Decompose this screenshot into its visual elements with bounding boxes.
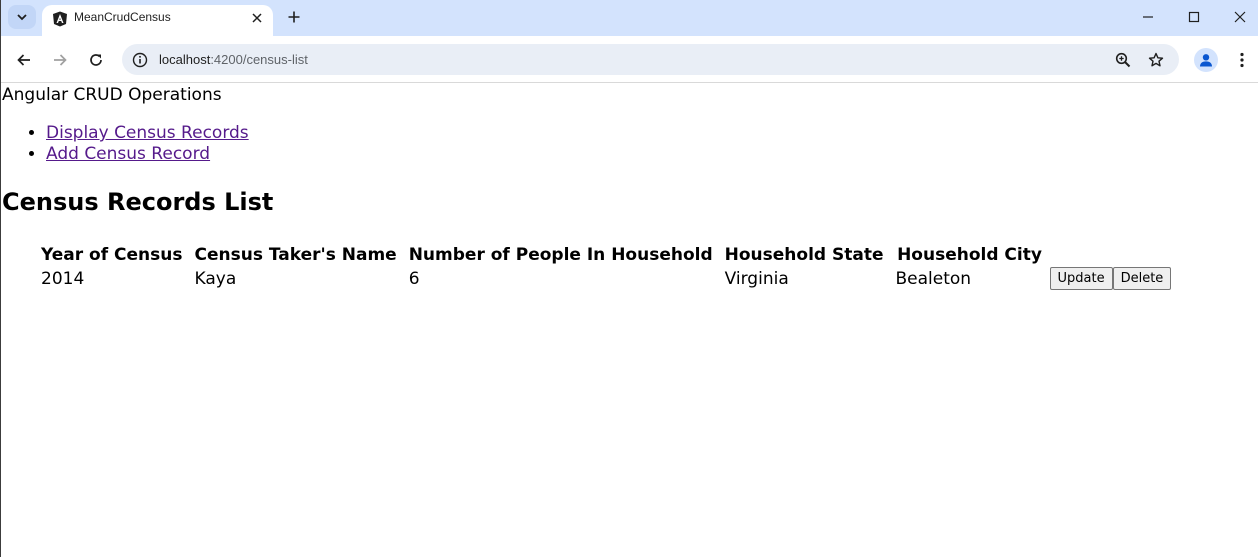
back-button[interactable] [14, 50, 34, 70]
url-host: localhost [159, 52, 211, 67]
update-button[interactable]: Update [1049, 267, 1113, 290]
column-header-state: Household State [724, 244, 884, 265]
cell-year: 2014 [41, 268, 85, 289]
delete-button[interactable]: Delete [1112, 267, 1172, 290]
browser-toolbar: localhost:4200/census-list [1, 36, 1258, 83]
table-header-row: Year of Census Census Taker's Name Numbe… [35, 244, 1202, 265]
chevron-down-icon [17, 14, 27, 21]
census-table: Year of Census Census Taker's Name Numbe… [35, 244, 1202, 292]
minimize-button[interactable] [1139, 8, 1157, 26]
browser-window: MeanCrudCensus localhost:4200/census-lis… [0, 0, 1258, 557]
cell-state: Virginia [724, 268, 789, 289]
reload-button[interactable] [86, 50, 106, 70]
bookmark-button[interactable] [1147, 51, 1165, 69]
tab-close-button[interactable] [249, 10, 265, 26]
tab-strip: MeanCrudCensus [1, 0, 1258, 36]
column-header-year: Year of Census [41, 244, 183, 265]
cell-taker: Kaya [194, 268, 237, 289]
app-header: Angular CRUD Operations [2, 85, 222, 105]
table-row: 2014 Kaya 6 Virginia Bealeton Update Dele… [35, 265, 1202, 292]
new-tab-button[interactable] [285, 8, 303, 26]
browser-menu-button[interactable] [1233, 50, 1251, 70]
app-nav: Display Census Records Add Census Record [26, 123, 249, 165]
profile-button[interactable] [1194, 48, 1218, 72]
page-content: Angular CRUD Operations Display Census R… [1, 84, 1258, 557]
info-icon[interactable] [132, 52, 148, 68]
column-header-taker: Census Taker's Name [194, 244, 397, 265]
display-records-link[interactable]: Display Census Records [46, 123, 249, 143]
zoom-button[interactable] [1114, 51, 1132, 69]
plus-icon [288, 11, 300, 23]
maximize-button[interactable] [1185, 8, 1203, 26]
arrow-right-icon [54, 54, 67, 66]
tab-title: MeanCrudCensus [74, 10, 171, 24]
maximize-icon [1188, 11, 1200, 23]
column-header-people: Number of People In Household [408, 244, 713, 265]
forward-button[interactable] [50, 50, 70, 70]
tab-active[interactable]: MeanCrudCensus [42, 5, 273, 36]
page-title: Census Records List [2, 188, 274, 216]
close-icon [252, 13, 262, 23]
column-header-actions [1050, 244, 1202, 265]
star-icon [1148, 52, 1164, 67]
zoom-icon [1115, 52, 1131, 68]
close-window-button[interactable] [1231, 8, 1249, 26]
arrow-left-icon [17, 54, 30, 66]
address-bar[interactable]: localhost:4200/census-list [122, 44, 1179, 75]
nav-item-display: Display Census Records [46, 123, 249, 144]
minimize-icon [1143, 16, 1153, 18]
tab-search-button[interactable] [8, 5, 36, 29]
close-icon [1234, 11, 1246, 23]
column-header-city: Household City [897, 244, 1042, 265]
angular-icon [53, 11, 67, 27]
cell-people: 6 [408, 268, 420, 289]
reload-icon [90, 54, 102, 66]
cell-actions: Update Delete [1049, 265, 1202, 292]
url-path: :4200/census-list [210, 52, 308, 67]
cell-city: Bealeton [895, 268, 972, 289]
kebab-menu-icon [1240, 52, 1244, 68]
nav-item-add: Add Census Record [46, 144, 249, 165]
person-icon [1200, 54, 1212, 67]
url-text[interactable]: localhost:4200/census-list [159, 52, 308, 67]
add-record-link[interactable]: Add Census Record [46, 144, 210, 164]
